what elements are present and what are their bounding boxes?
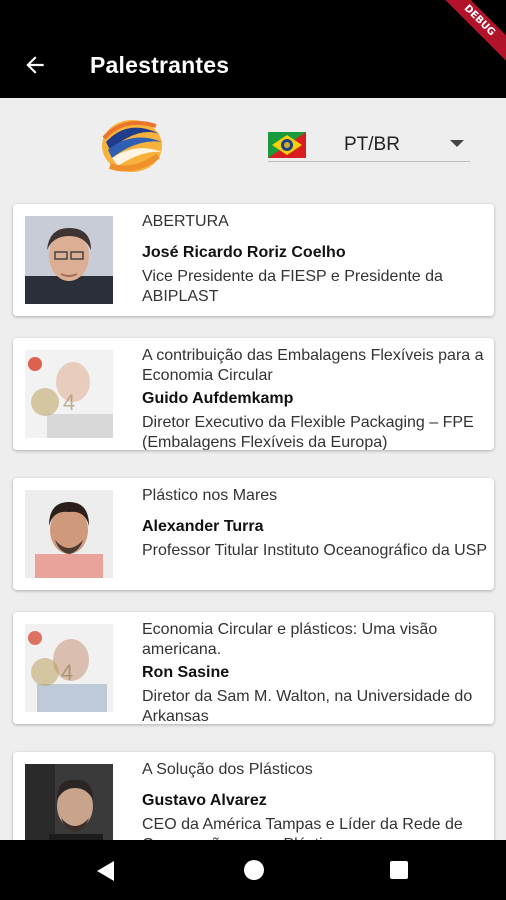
speaker-name: Gustavo Alvarez	[142, 792, 267, 809]
speaker-card[interactable]: ABERTURA José Ricardo Roriz Coelho Vice …	[13, 204, 494, 316]
app-bar: Palestrantes DEBUG	[0, 0, 506, 98]
speaker-topic: Economia Circular e plásticos: Uma visão…	[142, 621, 438, 658]
speaker-card[interactable]: A Solução dos Plásticos Gustavo Alvarez …	[13, 752, 494, 840]
arrow-back-icon[interactable]	[22, 52, 48, 78]
speaker-card[interactable]: 4 A contribuição das Embalagens Flexívei…	[13, 338, 494, 450]
brazil-portugal-flag-icon	[268, 132, 306, 158]
debug-banner: DEBUG	[433, 0, 506, 67]
system-nav-bar	[0, 840, 506, 900]
nav-home-icon[interactable]	[244, 860, 264, 880]
header-row: PT/BR	[0, 98, 506, 194]
language-selector[interactable]: PT/BR	[268, 126, 470, 162]
speaker-role: Diretor da Sam M. Walton, na Universidad…	[142, 688, 473, 724]
speaker-topic: A contribuição das Embalagens Flexíveis …	[142, 347, 484, 384]
language-label: PT/BR	[344, 134, 400, 155]
svg-text:4: 4	[61, 660, 73, 685]
nav-recents-icon[interactable]	[390, 861, 408, 879]
speaker-name: Alexander Turra	[142, 518, 264, 535]
speaker-name: Guido Aufdemkamp	[142, 390, 294, 407]
speaker-topic: Plástico nos Mares	[142, 487, 278, 504]
page-title: Palestrantes	[90, 52, 230, 78]
speaker-card[interactable]: 4 Economia Circular e plásticos: Uma vis…	[13, 612, 494, 724]
event-logo	[102, 120, 162, 172]
speaker-name: Ron Sasine	[142, 664, 230, 681]
speaker-photo	[25, 216, 113, 304]
speakers-screen: PT/BR ABERTURA José Ricardo Roriz Coelho…	[0, 98, 506, 840]
speaker-role: Vice Presidente da FIESP e Presidente da…	[142, 268, 443, 305]
speaker-photo: 4	[25, 624, 113, 712]
speaker-photo	[25, 764, 113, 840]
speaker-role: Diretor Executivo da Flexible Packaging …	[142, 414, 474, 450]
speaker-topic: ABERTURA	[142, 213, 229, 230]
speaker-name: José Ricardo Roriz Coelho	[142, 244, 346, 261]
speaker-topic: A Solução dos Plásticos	[142, 761, 313, 778]
nav-back-icon[interactable]	[96, 860, 116, 882]
speaker-photo: 4	[25, 350, 113, 438]
speaker-photo	[25, 490, 113, 578]
speaker-card[interactable]: Plástico nos Mares Alexander Turra Profe…	[13, 478, 494, 590]
dropdown-arrow-icon[interactable]	[450, 140, 464, 148]
speaker-role: CEO da América Tampas e Líder da Rede de…	[142, 816, 463, 840]
speaker-role: Professor Titular Instituto Oceanográfic…	[142, 542, 488, 559]
svg-text:4: 4	[63, 390, 75, 415]
